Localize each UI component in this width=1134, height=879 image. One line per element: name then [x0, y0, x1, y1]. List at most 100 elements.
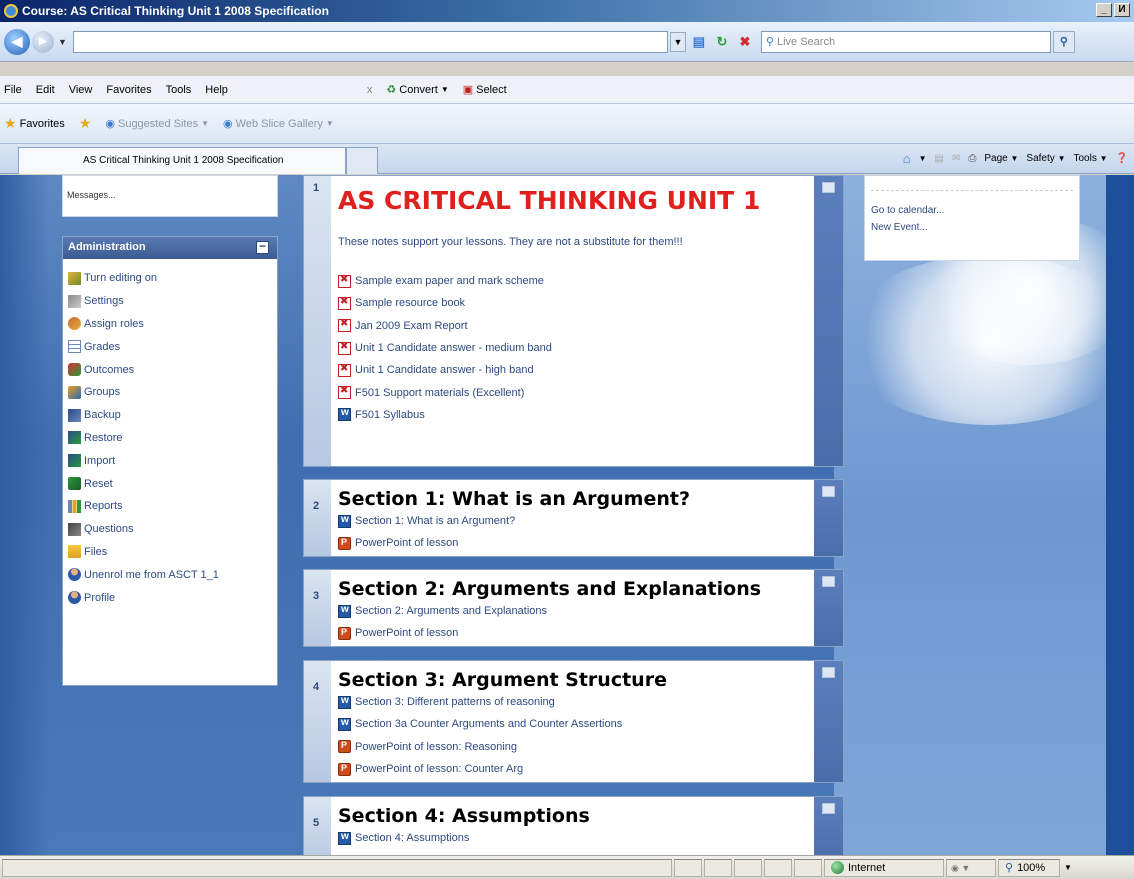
admin-item-label: Restore — [84, 431, 123, 444]
section-number: 3 — [304, 570, 331, 646]
admin-item-groups[interactable]: Groups — [68, 381, 277, 404]
new-event-link[interactable]: New Event... — [871, 222, 1079, 233]
forward-button[interactable]: ▶ — [32, 30, 54, 53]
close-toolbar-button[interactable]: x — [367, 84, 373, 96]
web-slice-gallery-link[interactable]: ◉ Web Slice Gallery ▼ — [223, 117, 334, 131]
favorites-button[interactable]: ★ Favorites — [4, 115, 65, 132]
admin-item-unenrol[interactable]: Unenrol me from ASCT 1_1 — [68, 563, 277, 586]
minimize-button[interactable]: _ — [1096, 3, 1112, 17]
admin-item-assign-roles[interactable]: Assign roles — [68, 313, 277, 336]
page-content: Messages... Administration − Turn editin… — [0, 175, 1134, 855]
resource-link[interactable]: Section 1: What is an Argument? — [338, 510, 809, 532]
menu-favorites[interactable]: Favorites — [106, 84, 151, 96]
admin-item-files[interactable]: Files — [68, 541, 277, 564]
resource-label: Sample resource book — [355, 297, 466, 310]
home-dropdown-icon[interactable]: ▼ — [919, 154, 927, 163]
resource-link[interactable]: PowerPoint of lesson: Reasoning — [338, 736, 809, 758]
resource-link[interactable]: PowerPoint of lesson: Counter Arg — [338, 758, 809, 780]
admin-item-reports[interactable]: Reports — [68, 495, 277, 518]
resource-link[interactable]: F501 Support materials (Excellent) — [338, 381, 809, 403]
new-tab-button[interactable] — [346, 147, 378, 174]
resource-link[interactable]: Section 4: Assumptions — [338, 827, 809, 849]
url-input[interactable] — [72, 30, 668, 53]
section-controls — [814, 176, 843, 466]
course-section: 2 Section 1: What is an Argument? Sectio… — [303, 479, 844, 557]
convert-button[interactable]: ♻ Convert ▼ — [386, 83, 448, 97]
search-button[interactable]: ⚲ — [1052, 30, 1075, 53]
suggested-sites-link[interactable]: ◉ Suggested Sites ▼ — [105, 117, 209, 131]
resource-link[interactable]: PowerPoint of lesson — [338, 532, 809, 554]
section-toggle-icon[interactable] — [822, 667, 835, 678]
add-favorite-button[interactable]: ★ — [79, 115, 92, 132]
resource-link[interactable]: Unit 1 Candidate answer - high band — [338, 359, 809, 381]
status-text-pane — [2, 858, 672, 877]
reports-chart-icon — [68, 499, 81, 513]
back-button[interactable]: ◀ — [4, 28, 30, 55]
feeds-icon[interactable]: ▤ — [935, 153, 944, 164]
admin-item-grades[interactable]: Grades — [68, 335, 277, 358]
resource-link[interactable]: Sample resource book — [338, 292, 809, 314]
tab-course[interactable]: AS Critical Thinking Unit 1 2008 Specifi… — [18, 147, 346, 174]
admin-item-reset[interactable]: Reset — [68, 472, 277, 495]
security-zone[interactable]: Internet — [824, 858, 944, 877]
restore-button[interactable]: И — [1114, 3, 1130, 17]
resource-link[interactable]: F501 Syllabus — [338, 404, 809, 426]
status-pane — [734, 858, 762, 877]
go-to-calendar-link[interactable]: Go to calendar... — [871, 205, 1079, 216]
admin-item-turn-editing-on[interactable]: Turn editing on — [68, 267, 277, 290]
zoom-dropdown-icon[interactable]: ▼ — [1064, 863, 1072, 872]
admin-item-profile[interactable]: Profile — [68, 586, 277, 609]
url-dropdown-button[interactable]: ▼ — [669, 31, 686, 52]
select-button[interactable]: ▣ Select — [463, 83, 507, 97]
collapse-block-button[interactable]: − — [256, 240, 269, 254]
refresh-icon[interactable]: ↻ — [712, 32, 732, 52]
resource-link[interactable]: Section 3: Different patterns of reasoni… — [338, 691, 809, 713]
section-toggle-icon[interactable] — [822, 576, 835, 587]
mail-icon[interactable]: ✉ — [952, 153, 960, 164]
resource-label: F501 Syllabus — [355, 408, 425, 421]
tools-label: Tools — [1073, 153, 1097, 164]
resource-link[interactable]: Unit 1 Candidate answer - medium band — [338, 337, 809, 359]
zoom-icon: ⚲ — [1005, 862, 1014, 874]
messages-link[interactable]: Messages... — [67, 190, 116, 200]
outcomes-icon — [68, 363, 81, 377]
resource-link[interactable]: Jan 2009 Exam Report — [338, 315, 809, 337]
admin-item-restore[interactable]: Restore — [68, 427, 277, 450]
stop-icon[interactable]: ✖ — [735, 32, 755, 52]
history-dropdown-icon[interactable]: ▼ — [58, 37, 67, 47]
section-toggle-icon[interactable] — [822, 486, 835, 497]
resource-label: Unit 1 Candidate answer - high band — [355, 364, 534, 377]
admin-item-settings[interactable]: Settings — [68, 290, 277, 313]
resource-link[interactable]: Section 2: Arguments and Explanations — [338, 600, 809, 622]
compatibility-icon[interactable]: ▤ — [689, 32, 709, 52]
menu-edit[interactable]: Edit — [36, 84, 55, 96]
admin-item-import[interactable]: Import — [68, 449, 277, 472]
home-icon[interactable]: ⌂ — [903, 151, 911, 166]
safety-menu[interactable]: Safety ▼ — [1026, 153, 1065, 164]
menu-help[interactable]: Help — [205, 84, 228, 96]
menu-tools[interactable]: Tools — [166, 84, 192, 96]
admin-item-outcomes[interactable]: Outcomes — [68, 358, 277, 381]
resource-link[interactable]: Sample exam paper and mark scheme — [338, 270, 809, 292]
ie-page-icon: ◉ — [105, 118, 115, 130]
menu-view[interactable]: View — [69, 84, 93, 96]
section-toggle-icon[interactable] — [822, 182, 835, 193]
help-icon[interactable]: ❓ — [1116, 153, 1128, 164]
zoom-control[interactable]: ⚲ 100% — [998, 858, 1060, 877]
settings-tools-icon — [68, 294, 81, 308]
course-section: 4 Section 3: Argument Structure Section … — [303, 660, 844, 783]
menu-file[interactable]: File — [4, 84, 22, 96]
print-icon[interactable]: ⎙ — [968, 153, 976, 164]
resource-link[interactable]: Section 3a Counter Arguments and Counter… — [338, 713, 809, 735]
resource-link[interactable]: PowerPoint of lesson — [338, 622, 809, 644]
admin-item-label: Grades — [84, 340, 121, 353]
search-input[interactable]: ⚲ Live Search — [760, 30, 1051, 53]
admin-item-questions[interactable]: Questions — [68, 518, 277, 541]
protected-mode-pane[interactable]: ◉ ▼ — [946, 858, 996, 877]
page-menu[interactable]: Page ▼ — [984, 153, 1018, 164]
section-title: Section 3: Argument Structure — [338, 669, 667, 691]
section-toggle-icon[interactable] — [822, 803, 835, 814]
admin-item-backup[interactable]: Backup — [68, 404, 277, 427]
tools-menu[interactable]: Tools ▼ — [1073, 153, 1107, 164]
resource-label: PowerPoint of lesson: Counter Arg — [355, 763, 524, 776]
